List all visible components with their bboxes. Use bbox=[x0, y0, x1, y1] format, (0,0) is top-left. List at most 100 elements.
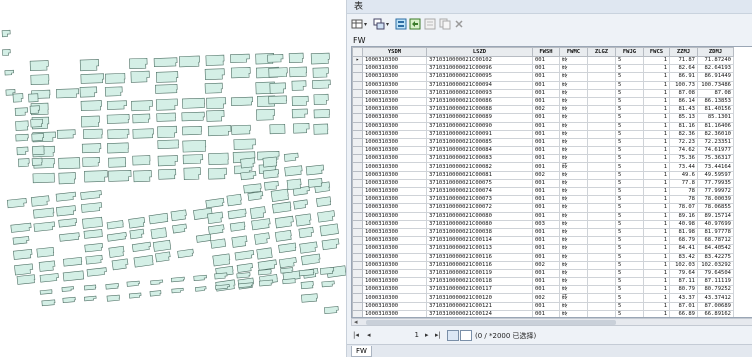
table-cell[interactable]: 82.64193 bbox=[697, 64, 734, 74]
row-selector[interactable] bbox=[352, 195, 363, 205]
table-cell[interactable]: 77.79935 bbox=[697, 178, 734, 189]
table-cell[interactable]: 3710310000021C00080 bbox=[426, 211, 533, 221]
table-cell[interactable]: 1000310300 bbox=[362, 301, 427, 311]
copy-selected-button[interactable] bbox=[439, 17, 451, 31]
table-cell[interactable]: 3710310000021C00086 bbox=[426, 96, 533, 107]
table-cell[interactable]: 001 bbox=[532, 129, 560, 139]
table-row[interactable]: 1000310300 3710310000021C00120 002 砖 5 1 43.37… bbox=[352, 293, 734, 303]
table-cell[interactable]: 5 bbox=[615, 178, 644, 189]
table-cell[interactable]: 3710310000021C00094 bbox=[426, 80, 533, 90]
first-record-icon[interactable]: |◂ bbox=[353, 331, 359, 339]
table-cell[interactable]: 86.91 bbox=[669, 72, 698, 82]
show-selected-records-button[interactable] bbox=[460, 330, 472, 341]
row-selector[interactable] bbox=[352, 178, 363, 189]
table-cell[interactable]: 1000310300 bbox=[362, 88, 427, 98]
table-cell[interactable]: 001 bbox=[532, 309, 560, 317]
table-row[interactable]: 1000310300 3710310000021C00094 001 砖 5 1 100.7… bbox=[352, 80, 734, 90]
table-cell[interactable]: 砖 bbox=[559, 146, 588, 156]
delete-selected-button[interactable] bbox=[453, 17, 465, 31]
table-cell[interactable]: 5 bbox=[615, 55, 644, 66]
table-cell[interactable]: 1000310300 bbox=[362, 129, 427, 139]
table-cell[interactable]: 5 bbox=[615, 227, 644, 238]
table-cell[interactable]: 003 bbox=[532, 219, 560, 229]
table-cell[interactable]: 001 bbox=[532, 72, 560, 82]
table-cell[interactable]: 1 bbox=[643, 64, 670, 74]
table-cell[interactable]: 001 bbox=[532, 301, 560, 311]
table-cell[interactable] bbox=[587, 195, 616, 205]
table-row[interactable]: 1000310300 3710310000021C00075 001 砖 5 1 77.8 7… bbox=[352, 178, 734, 189]
table-cell[interactable]: 3710310000021C00083 bbox=[426, 154, 533, 164]
table-cell[interactable]: 43.37 bbox=[669, 293, 698, 303]
row-selector[interactable]: ▸ bbox=[352, 55, 363, 66]
previous-record-icon[interactable]: ◂ bbox=[367, 331, 371, 339]
table-cell[interactable]: 5 bbox=[615, 154, 644, 164]
table-cell[interactable]: 89.15714 bbox=[697, 211, 734, 221]
table-row[interactable]: 1000310300 3710310000021C00116 001 砖 5 1 83.42… bbox=[352, 252, 734, 262]
table-row[interactable]: 1000310300 3710310000021C00083 001 砖 5 1 75.36… bbox=[352, 154, 734, 164]
table-row[interactable]: 1000310300 3710310000021C00090 001 砖 5 1 81.16… bbox=[352, 121, 734, 131]
table-cell[interactable]: 砖 bbox=[559, 293, 588, 303]
table-cell[interactable]: 砖 bbox=[559, 80, 588, 90]
table-cell[interactable]: 3710310000021C00116 bbox=[426, 260, 533, 270]
table-cell[interactable]: 3710310000021C00082 bbox=[426, 162, 533, 172]
table-cell[interactable]: 1000310300 bbox=[362, 277, 427, 287]
table-cell[interactable]: 砖 bbox=[559, 121, 588, 131]
table-cell[interactable]: 1000310300 bbox=[362, 186, 427, 197]
table-cell[interactable] bbox=[587, 121, 616, 131]
table-cell[interactable]: 001 bbox=[532, 55, 560, 66]
table-cell[interactable]: 砖 bbox=[559, 244, 588, 254]
table-row[interactable]: 1000310300 3710310000021C00096 001 砖 5 1 82.64… bbox=[352, 64, 734, 74]
table-cell[interactable]: 001 bbox=[532, 121, 560, 131]
table-cell[interactable]: 1000310300 bbox=[362, 203, 427, 213]
table-row[interactable]: ▸ 1000310300 3710310000021C00102 001 砖 5 1 71.8… bbox=[352, 55, 734, 66]
table-row[interactable]: 1000310300 3710310000021C00080 001 砖 5 1 89.16… bbox=[352, 211, 734, 221]
table-cell[interactable]: 81.16406 bbox=[697, 121, 734, 131]
table-cell[interactable]: 001 bbox=[532, 154, 560, 164]
table-cell[interactable]: 3710310000021C00124 bbox=[426, 309, 533, 317]
table-cell[interactable]: 5 bbox=[615, 186, 644, 197]
table-cell[interactable] bbox=[587, 105, 616, 115]
table-cell[interactable]: 75.36 bbox=[669, 154, 698, 164]
table-cell[interactable]: 66.89162 bbox=[697, 309, 734, 317]
table-cell[interactable]: 5 bbox=[615, 162, 644, 172]
table-cell[interactable] bbox=[587, 137, 616, 148]
table-cell[interactable] bbox=[587, 211, 616, 221]
table-cell[interactable]: 100.73 bbox=[669, 80, 698, 90]
table-cell[interactable]: 砖 bbox=[559, 268, 588, 279]
title-bar[interactable]: 表 bbox=[347, 0, 752, 14]
table-cell[interactable]: 84.40542 bbox=[697, 244, 734, 254]
table-cell[interactable]: 002 bbox=[532, 293, 560, 303]
table-cell[interactable]: 1 bbox=[643, 195, 670, 205]
table-cell[interactable]: 66.89 bbox=[669, 309, 698, 317]
table-cell[interactable]: 49.59597 bbox=[697, 170, 734, 180]
table-cell[interactable]: 5 bbox=[615, 88, 644, 98]
table-cell[interactable]: 1000310300 bbox=[362, 285, 427, 295]
row-selector[interactable] bbox=[352, 146, 363, 156]
table-cell[interactable]: 1 bbox=[643, 219, 670, 229]
table-cell[interactable]: 001 bbox=[532, 244, 560, 254]
table-cell[interactable]: 3710310000021C00120 bbox=[426, 293, 533, 303]
table-row[interactable]: 1000310300 3710310000021C00085 001 砖 5 1 72.23… bbox=[352, 137, 734, 148]
table-cell[interactable]: 1 bbox=[643, 244, 670, 254]
table-cell[interactable]: 84.41 bbox=[669, 244, 698, 254]
table-row[interactable]: 1000310300 3710310000021C00086 001 砖 5 1 86.14… bbox=[352, 96, 734, 107]
table-cell[interactable]: 001 bbox=[532, 162, 560, 172]
table-cell[interactable]: 1 bbox=[643, 211, 670, 221]
table-cell[interactable]: 78.06855 bbox=[697, 203, 734, 213]
table-cell[interactable]: 78 bbox=[669, 195, 698, 205]
scroll-left-icon[interactable]: ◂ bbox=[354, 318, 358, 326]
table-cell[interactable]: 5 bbox=[615, 121, 644, 131]
table-cell[interactable]: 3710310000021C00091 bbox=[426, 129, 533, 139]
table-cell[interactable]: 1000310300 bbox=[362, 211, 427, 221]
table-cell[interactable]: 砖 bbox=[559, 219, 588, 229]
table-cell[interactable]: 81.97778 bbox=[697, 227, 734, 238]
column-header-fwmc[interactable]: FWMC bbox=[559, 47, 588, 57]
table-row[interactable]: 1000310300 3710310000021C00081 002 砖 5 1 49.6 4… bbox=[352, 170, 734, 180]
table-cell[interactable]: 1000310300 bbox=[362, 113, 427, 123]
table-cell[interactable]: 1 bbox=[643, 162, 670, 172]
table-cell[interactable]: 83.42 bbox=[669, 252, 698, 262]
table-cell[interactable]: 1000310300 bbox=[362, 154, 427, 164]
row-selector[interactable] bbox=[352, 105, 363, 115]
related-tables-button[interactable]: ▾ bbox=[373, 17, 389, 31]
table-cell[interactable] bbox=[587, 129, 616, 139]
